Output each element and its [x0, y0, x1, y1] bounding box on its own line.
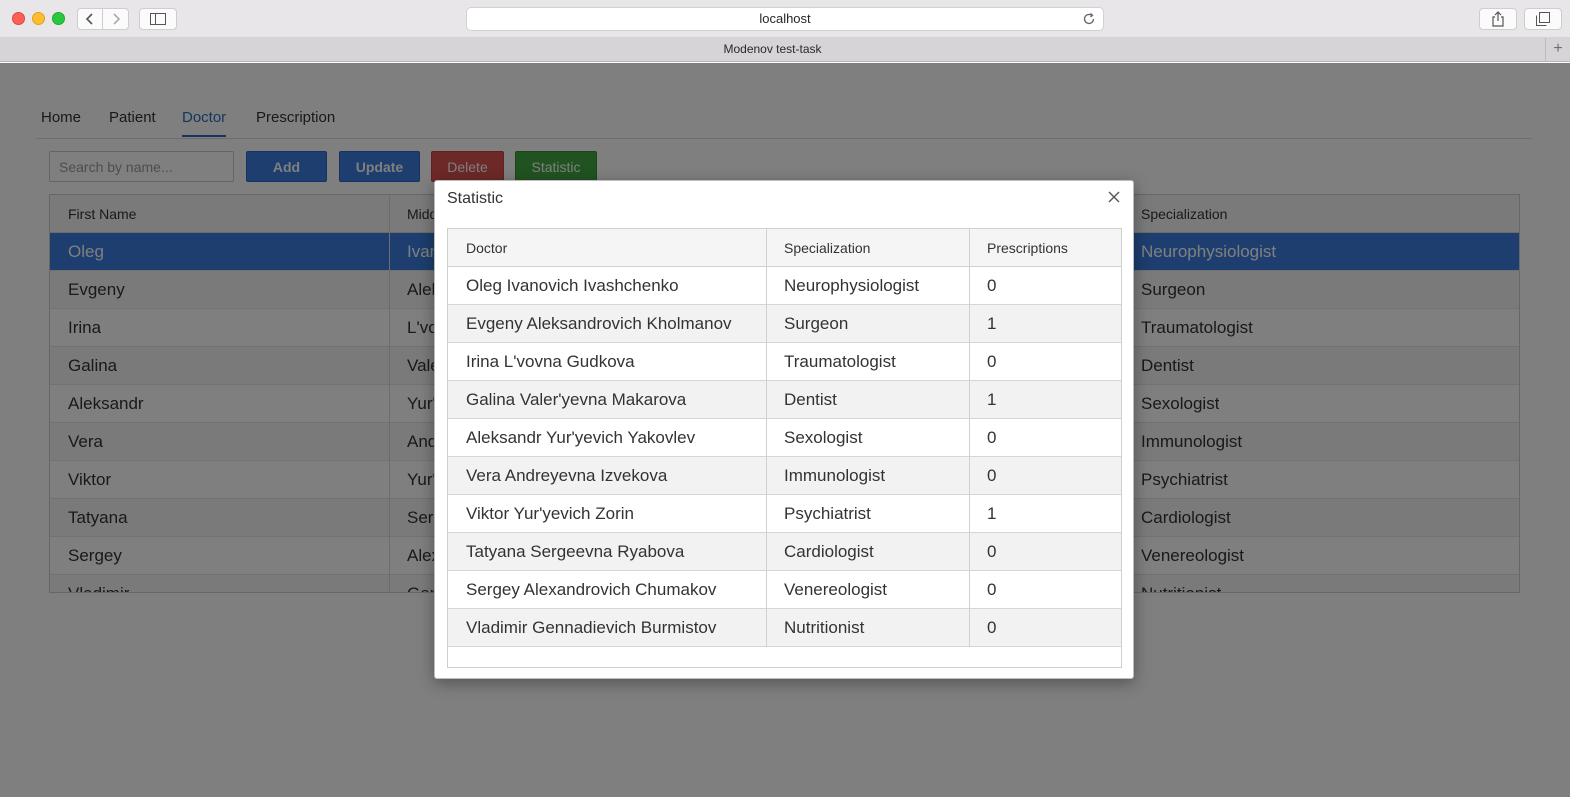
cell-spec: Neurophysiologist: [784, 276, 920, 295]
table-row[interactable]: Galina Valer'yevna Makarova Dentist 1: [448, 381, 1121, 419]
address-text: localhost: [759, 11, 811, 26]
column-header-doctor[interactable]: Doctor: [448, 229, 507, 267]
new-tab-button[interactable]: +: [1545, 38, 1570, 62]
cell-count: 0: [987, 580, 997, 599]
cell-count: 0: [987, 542, 997, 561]
browser-tab-bar: Modenov test-task +: [0, 38, 1570, 62]
cell-count: 1: [987, 314, 997, 333]
cell-doctor: Vera Andreyevna Izvekova: [466, 466, 668, 485]
column-header-specialization[interactable]: Specialization: [766, 229, 870, 267]
share-button[interactable]: [1479, 8, 1517, 30]
reload-icon[interactable]: [1081, 11, 1097, 27]
cell-spec: Traumatologist: [784, 352, 896, 371]
table-row[interactable]: Irina L'vovna Gudkova Traumatologist 0: [448, 343, 1121, 381]
close-icon[interactable]: [1107, 190, 1121, 204]
cell-spec: Sexologist: [784, 428, 863, 447]
share-icon: [1492, 11, 1504, 27]
cell-count: 0: [987, 352, 997, 371]
window-minimize-button[interactable]: [32, 12, 45, 25]
cell-doctor: Vladimir Gennadievich Burmistov: [466, 618, 717, 637]
cell-doctor: Evgeny Aleksandrovich Kholmanov: [466, 314, 732, 333]
table-row[interactable]: Viktor Yur'yevich Zorin Psychiatrist 1: [448, 495, 1121, 533]
cell-count: 0: [987, 466, 997, 485]
column-divider: [969, 229, 970, 647]
statistic-table: Doctor Specialization Prescriptions Oleg…: [447, 228, 1122, 668]
cell-spec: Cardiologist: [784, 542, 874, 561]
chevron-right-icon: [112, 13, 120, 25]
cell-spec: Nutritionist: [784, 618, 865, 637]
window-close-button[interactable]: [12, 12, 25, 25]
table-row[interactable]: Vera Andreyevna Izvekova Immunologist 0: [448, 457, 1121, 495]
tabs-overview-icon: [1536, 12, 1550, 26]
cell-doctor: Tatyana Sergeevna Ryabova: [466, 542, 685, 561]
cell-doctor: Viktor Yur'yevich Zorin: [466, 504, 634, 523]
cell-count: 0: [987, 428, 997, 447]
cell-spec: Immunologist: [784, 466, 886, 485]
browser-toolbar: localhost: [0, 0, 1570, 38]
address-bar[interactable]: localhost: [466, 7, 1104, 31]
statistic-dialog: Statistic Doctor Specialization Prescrip…: [434, 180, 1134, 679]
table-row[interactable]: Oleg Ivanovich Ivashchenko Neurophysiolog…: [448, 267, 1121, 305]
browser-tab[interactable]: Modenov test-task: [0, 38, 1545, 62]
sidebar-toggle-button[interactable]: [139, 8, 177, 30]
cell-spec: Surgeon: [784, 314, 849, 333]
table-row[interactable]: Vladimir Gennadievich Burmistov Nutrition…: [448, 609, 1121, 647]
show-tabs-button[interactable]: [1524, 8, 1562, 30]
cell-count: 1: [987, 390, 997, 409]
window-maximize-button[interactable]: [52, 12, 65, 25]
back-button[interactable]: [77, 8, 103, 30]
table-row[interactable]: Tatyana Sergeevna Ryabova Cardiologist 0: [448, 533, 1121, 571]
chevron-left-icon: [85, 13, 93, 25]
sidebar-icon: [150, 13, 166, 25]
cell-doctor: Sergey Alexandrovich Chumakov: [466, 580, 717, 599]
column-header-prescriptions[interactable]: Prescriptions: [969, 229, 1068, 267]
cell-doctor: Irina L'vovna Gudkova: [466, 352, 635, 371]
cell-doctor: Aleksandr Yur'yevich Yakovlev: [466, 428, 696, 447]
statistic-table-header: Doctor Specialization Prescriptions: [448, 229, 1121, 267]
column-divider: [766, 229, 767, 647]
table-row[interactable]: Sergey Alexandrovich Chumakov Venereologi…: [448, 571, 1121, 609]
cell-doctor: Galina Valer'yevna Makarova: [466, 390, 687, 409]
cell-spec: Dentist: [784, 390, 837, 409]
table-row[interactable]: Aleksandr Yur'yevich Yakovlev Sexologist 0: [448, 419, 1121, 457]
cell-doctor: Oleg Ivanovich Ivashchenko: [466, 276, 679, 295]
table-row[interactable]: Evgeny Aleksandrovich Kholmanov Surgeon 1: [448, 305, 1121, 343]
cell-count: 1: [987, 504, 997, 523]
dialog-title: Statistic: [447, 190, 504, 207]
forward-button[interactable]: [103, 8, 129, 30]
cell-count: 0: [987, 618, 997, 637]
cell-spec: Psychiatrist: [784, 504, 871, 523]
cell-count: 0: [987, 276, 997, 295]
cell-spec: Venereologist: [784, 580, 888, 599]
